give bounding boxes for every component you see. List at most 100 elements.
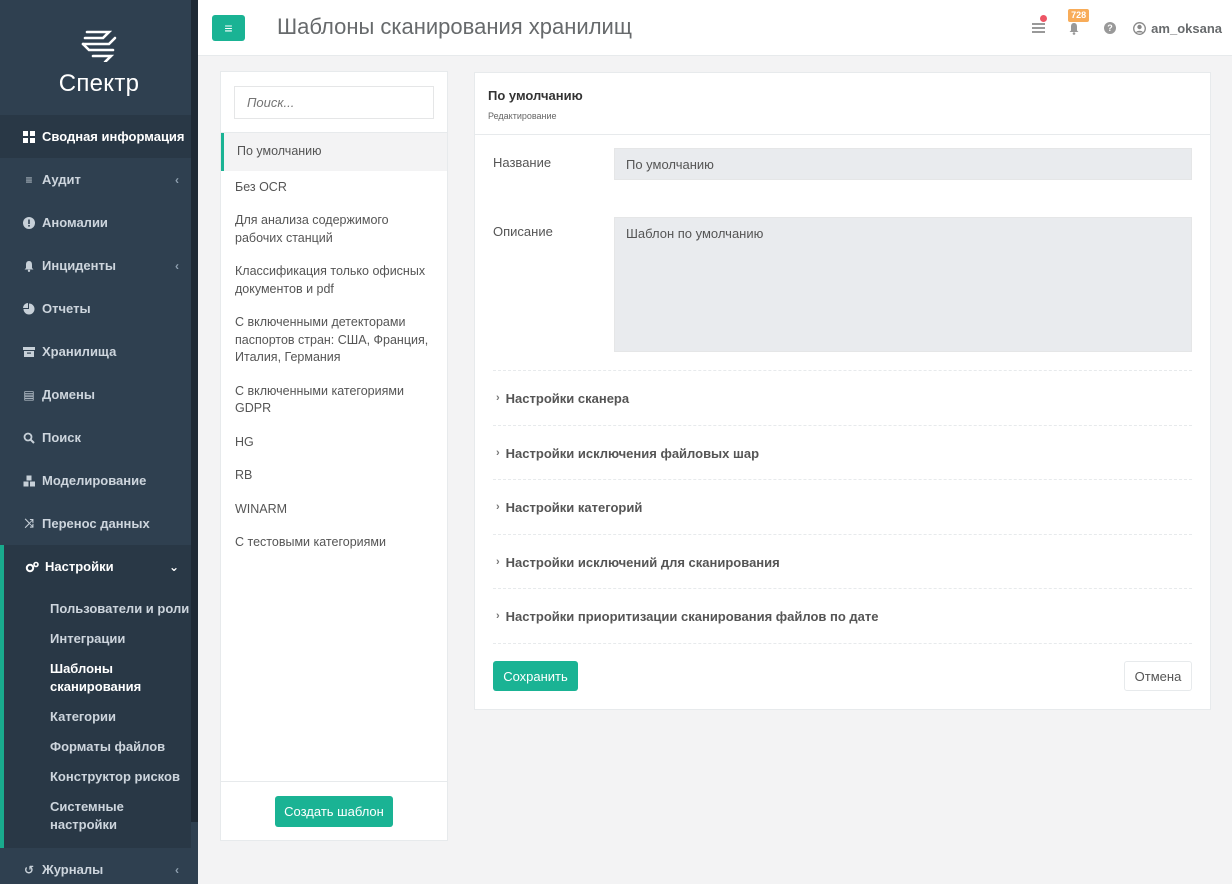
submenu-item-risk-builder[interactable]: Конструктор рисков	[4, 762, 191, 792]
submenu-item-categories[interactable]: Категории	[4, 702, 191, 732]
user-menu[interactable]: am_oksana	[1133, 21, 1222, 36]
question-icon: ?	[1104, 22, 1117, 34]
sidebar-item-label: Поиск	[42, 430, 82, 445]
cubes-icon	[22, 474, 36, 488]
sidebar-nav: Сводная информация ≡ Аудит ‹ Аномалии Ин…	[0, 115, 191, 884]
submenu-item-file-formats[interactable]: Форматы файлов	[4, 732, 191, 762]
list-item[interactable]: HG	[221, 426, 447, 460]
sidebar-item-label: Перенос данных	[42, 516, 150, 531]
notifications-button[interactable]: 728	[1059, 9, 1090, 38]
chevron-right-icon: ›	[496, 610, 500, 622]
pie-chart-icon	[22, 302, 36, 316]
section-share-exclusions[interactable]: › Настройки исключения файловых шар	[493, 425, 1192, 480]
sidebar-item-label: Домены	[42, 387, 95, 402]
gears-icon	[25, 560, 39, 574]
section-date-priority[interactable]: › Настройки приоритизации сканирования ф…	[493, 588, 1192, 643]
detail-header: По умолчанию Редактирование	[475, 73, 1210, 135]
section-label: Настройки исключения файловых шар	[505, 445, 760, 461]
bell-icon	[22, 259, 36, 273]
section-scan-exclusions[interactable]: › Настройки исключений для сканирования	[493, 534, 1192, 589]
archive-icon	[22, 345, 36, 359]
sidebar-item-incidents[interactable]: Инциденты ‹	[0, 244, 191, 287]
description-field[interactable]: Шаблон по умолчанию	[614, 217, 1192, 352]
divider	[493, 643, 1192, 644]
sidebar-item-label: Инциденты	[42, 258, 116, 273]
detail-title: По умолчанию	[488, 88, 583, 103]
sidebar-item-label: Сводная информация	[42, 129, 185, 144]
sidebar-item-label: Настройки	[45, 559, 114, 574]
list-item[interactable]: Классификация только офисных документов …	[221, 255, 447, 306]
tasks-icon	[1031, 23, 1045, 33]
sidebar-item-storages[interactable]: Хранилища	[0, 330, 191, 373]
submenu-item-scan-templates[interactable]: Шаблоны сканирования	[4, 654, 191, 702]
exclamation-icon	[22, 216, 36, 230]
submenu-item-integrations[interactable]: Интеграции	[4, 624, 191, 654]
dashboard-icon	[22, 130, 36, 144]
template-detail-panel: По умолчанию Редактирование Название По …	[474, 72, 1211, 710]
chevron-right-icon: ›	[496, 447, 500, 459]
menu-toggle-button[interactable]: ≡	[212, 15, 245, 41]
logo: Спектр	[0, 0, 198, 115]
sidebar-item-domains[interactable]: ▤ Домены	[0, 373, 191, 416]
section-scanner-settings[interactable]: › Настройки сканера	[493, 370, 1192, 425]
section-label: Настройки сканера	[505, 390, 630, 406]
hamburger-icon: ≡	[224, 20, 233, 36]
sidebar-item-search[interactable]: Поиск	[0, 416, 191, 459]
sidebar-item-summary[interactable]: Сводная информация	[0, 115, 191, 158]
list-item[interactable]: Для анализа содержимого рабочих станций	[221, 204, 447, 255]
sidebar-item-anomalies[interactable]: Аномалии	[0, 201, 191, 244]
list-item[interactable]: С включенными детекторами паспортов стра…	[221, 306, 447, 375]
list-icon: ≡	[25, 172, 33, 187]
sidebar-item-data-transfer[interactable]: ⤨ Перенос данных	[0, 502, 191, 545]
list-item[interactable]: По умолчанию	[221, 133, 447, 171]
sidebar-item-label: Аномалии	[42, 215, 108, 230]
submenu-item-users-roles[interactable]: Пользователи и роли	[4, 594, 191, 624]
templates-list: По умолчанию Без OCR Для анализа содержи…	[221, 132, 447, 560]
sidebar-item-label: Аудит	[42, 172, 81, 187]
sidebar-item-modeling[interactable]: Моделирование	[0, 459, 191, 502]
sidebar-item-reports[interactable]: Отчеты	[0, 287, 191, 330]
sidebar-scrollbar[interactable]	[191, 0, 198, 822]
sidebar-item-journals[interactable]: ↺ Журналы ‹	[0, 848, 191, 884]
list-footer: Создать шаблон	[221, 781, 447, 840]
top-bar-icons: 728 ? am_oksana	[1017, 0, 1222, 56]
create-template-button[interactable]: Создать шаблон	[275, 795, 393, 827]
section-label: Настройки категорий	[505, 499, 643, 515]
submenu-item-system-settings[interactable]: Системные настройки	[4, 792, 191, 840]
detail-subtitle: Редактирование	[488, 111, 557, 121]
chevron-left-icon: ‹	[175, 862, 179, 877]
section-category-settings[interactable]: › Настройки категорий	[493, 479, 1192, 534]
logo-icon	[81, 30, 117, 62]
templates-list-panel: По умолчанию Без OCR Для анализа содержи…	[220, 71, 448, 841]
user-icon	[1133, 21, 1147, 35]
list-item[interactable]: Без OCR	[221, 171, 447, 205]
save-button[interactable]: Сохранить	[493, 661, 578, 691]
chevron-right-icon: ›	[496, 556, 500, 568]
sidebar-item-label: Журналы	[42, 862, 104, 877]
sidebar-item-settings[interactable]: Настройки ⌄	[0, 545, 191, 588]
shuffle-icon: ⤨	[24, 516, 34, 530]
tasks-button[interactable]	[1023, 15, 1053, 38]
list-item[interactable]: RB	[221, 459, 447, 493]
sidebar-item-audit[interactable]: ≡ Аудит ‹	[0, 158, 191, 201]
bell-icon	[1069, 22, 1079, 35]
settings-submenu: Пользователи и роли Интеграции Шаблоны с…	[0, 588, 191, 848]
chevron-right-icon: ›	[496, 392, 500, 404]
chevron-down-icon: ⌄	[168, 559, 179, 574]
chevron-left-icon: ‹	[175, 258, 179, 273]
notification-badge: 728	[1068, 9, 1090, 22]
section-label: Настройки исключений для сканирования	[505, 554, 780, 570]
list-item[interactable]: С включенными категориями GDPR	[221, 375, 447, 426]
cancel-button[interactable]: Отмена	[1124, 661, 1192, 691]
search-icon	[22, 431, 36, 445]
username: am_oksana	[1151, 20, 1222, 36]
alert-dot	[1040, 15, 1048, 22]
chevron-left-icon: ‹	[175, 172, 179, 187]
sidebar-item-label: Хранилища	[42, 344, 117, 359]
name-field[interactable]: По умолчанию	[614, 148, 1192, 180]
help-button[interactable]: ?	[1095, 18, 1125, 38]
list-item[interactable]: С тестовыми категориями	[221, 526, 447, 560]
logo-text: Спектр	[58, 70, 140, 97]
list-item[interactable]: WINARM	[221, 493, 447, 527]
search-input[interactable]	[234, 86, 434, 119]
